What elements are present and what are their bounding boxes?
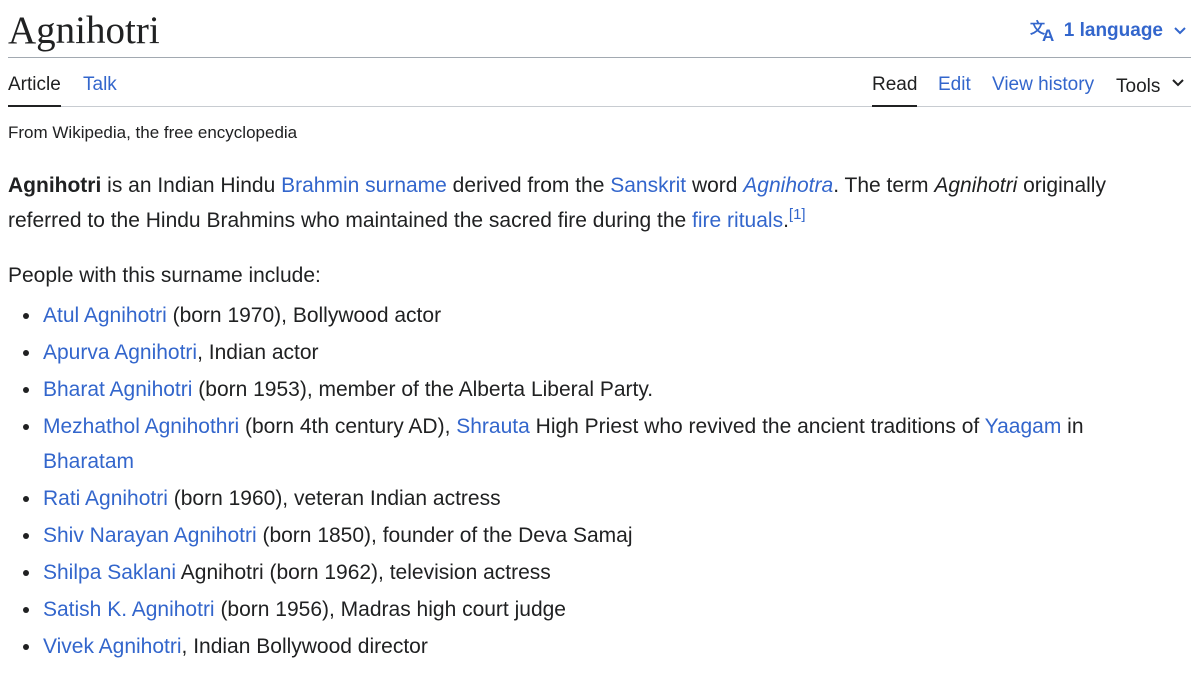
site-tagline: From Wikipedia, the free encyclopedia	[8, 123, 298, 142]
link-bharatam[interactable]: Bharatam	[43, 450, 134, 473]
link-brahmin-surname[interactable]: Brahmin surname	[281, 174, 447, 197]
link-sanskrit[interactable]: Sanskrit	[610, 174, 686, 197]
bold-term: Agnihotri	[8, 174, 102, 197]
intro-paragraph: Agnihotri is an Indian Hindu Brahmin sur…	[8, 168, 1168, 238]
tab-view-history[interactable]: View history	[992, 73, 1094, 97]
italic-term: Agnihotri	[934, 174, 1018, 197]
wikipedia-article-page: Agnihotri 文 A 1 language Article Talk Re…	[0, 0, 1198, 673]
title-bar: Agnihotri 文 A 1 language	[8, 0, 1191, 58]
list-item: Vivek Agnihotri, Indian Bollywood direct…	[23, 629, 1168, 664]
language-button[interactable]: 文 A 1 language	[1030, 17, 1191, 45]
list-item: Satish K. Agnihotri (born 1956), Madras …	[23, 592, 1168, 627]
person-link[interactable]: Satish K. Agnihotri	[43, 598, 215, 621]
person-link[interactable]: Atul Agnihotri	[43, 304, 167, 327]
person-description: High Priest who revived the ancient trad…	[529, 415, 985, 438]
link-shrauta[interactable]: Shrauta	[456, 415, 530, 438]
page-tabs: Article Talk Read Edit View history Tool…	[8, 58, 1191, 107]
list-item: Rati Agnihotri (born 1960), veteran Indi…	[23, 481, 1168, 516]
reference-link[interactable]: [1]	[789, 206, 806, 223]
chevron-down-icon	[1169, 20, 1191, 42]
intro-text: is an Indian Hindu	[101, 174, 282, 197]
tab-article[interactable]: Article	[8, 73, 61, 107]
person-link[interactable]: Shiv Narayan Agnihotri	[43, 524, 257, 547]
person-description: (born 4th century AD),	[239, 415, 457, 438]
person-link[interactable]: Bharat Agnihotri	[43, 378, 192, 401]
link-agnihotra[interactable]: Agnihotra	[743, 174, 833, 197]
intro-text: word	[686, 174, 744, 197]
intro-text: derived from the	[446, 174, 611, 197]
person-link[interactable]: Shilpa Saklani	[43, 561, 176, 584]
people-list: Atul Agnihotri (born 1970), Bollywood ac…	[8, 298, 1168, 664]
list-item: Apurva Agnihotri, Indian actor	[23, 335, 1168, 370]
person-description: , Indian Bollywood director	[181, 635, 428, 658]
person-description: (born 1850), founder of the Deva Samaj	[256, 524, 633, 547]
svg-text:A: A	[1042, 26, 1054, 43]
person-link[interactable]: Mezhathol Agnihothri	[43, 415, 239, 438]
person-description: (born 1970), Bollywood actor	[166, 304, 442, 327]
person-description: , Indian actor	[197, 341, 319, 364]
chevron-down-icon	[1168, 73, 1188, 100]
language-button-label: 1 language	[1063, 20, 1163, 41]
intro-text: . The term	[833, 174, 935, 197]
list-item: Shiv Narayan Agnihotri (born 1850), foun…	[23, 518, 1168, 553]
tools-menu-button[interactable]: Tools	[1116, 73, 1188, 100]
person-description: Agnihotri (born 1962), television actres…	[176, 561, 551, 584]
person-description: (born 1953), member of the Alberta Liber…	[192, 378, 654, 401]
person-description: in	[1061, 415, 1084, 438]
person-description: (born 1960), veteran Indian actress	[167, 487, 501, 510]
tab-read[interactable]: Read	[872, 73, 918, 107]
person-link[interactable]: Rati Agnihotri	[43, 487, 168, 510]
link-yaagam[interactable]: Yaagam	[985, 415, 1062, 438]
list-item: Mezhathol Agnihothri (born 4th century A…	[23, 409, 1168, 479]
article-body: Agnihotri is an Indian Hindu Brahmin sur…	[8, 168, 1168, 666]
people-intro: People with this surname include:	[8, 264, 321, 287]
list-item: Shilpa Saklani Agnihotri (born 1962), te…	[23, 555, 1168, 590]
tools-label: Tools	[1116, 75, 1161, 97]
person-description: (born 1956), Madras high court judge	[214, 598, 566, 621]
list-item: Atul Agnihotri (born 1970), Bollywood ac…	[23, 298, 1168, 333]
link-fire-rituals[interactable]: fire rituals	[692, 209, 783, 232]
tab-talk[interactable]: Talk	[83, 73, 117, 97]
list-item: Bharat Agnihotri (born 1953), member of …	[23, 372, 1168, 407]
person-link[interactable]: Vivek Agnihotri	[43, 635, 182, 658]
page-title: Agnihotri	[8, 9, 160, 52]
person-link[interactable]: Apurva Agnihotri	[43, 341, 197, 364]
translate-icon: 文 A	[1030, 19, 1058, 43]
tab-edit[interactable]: Edit	[938, 73, 971, 97]
